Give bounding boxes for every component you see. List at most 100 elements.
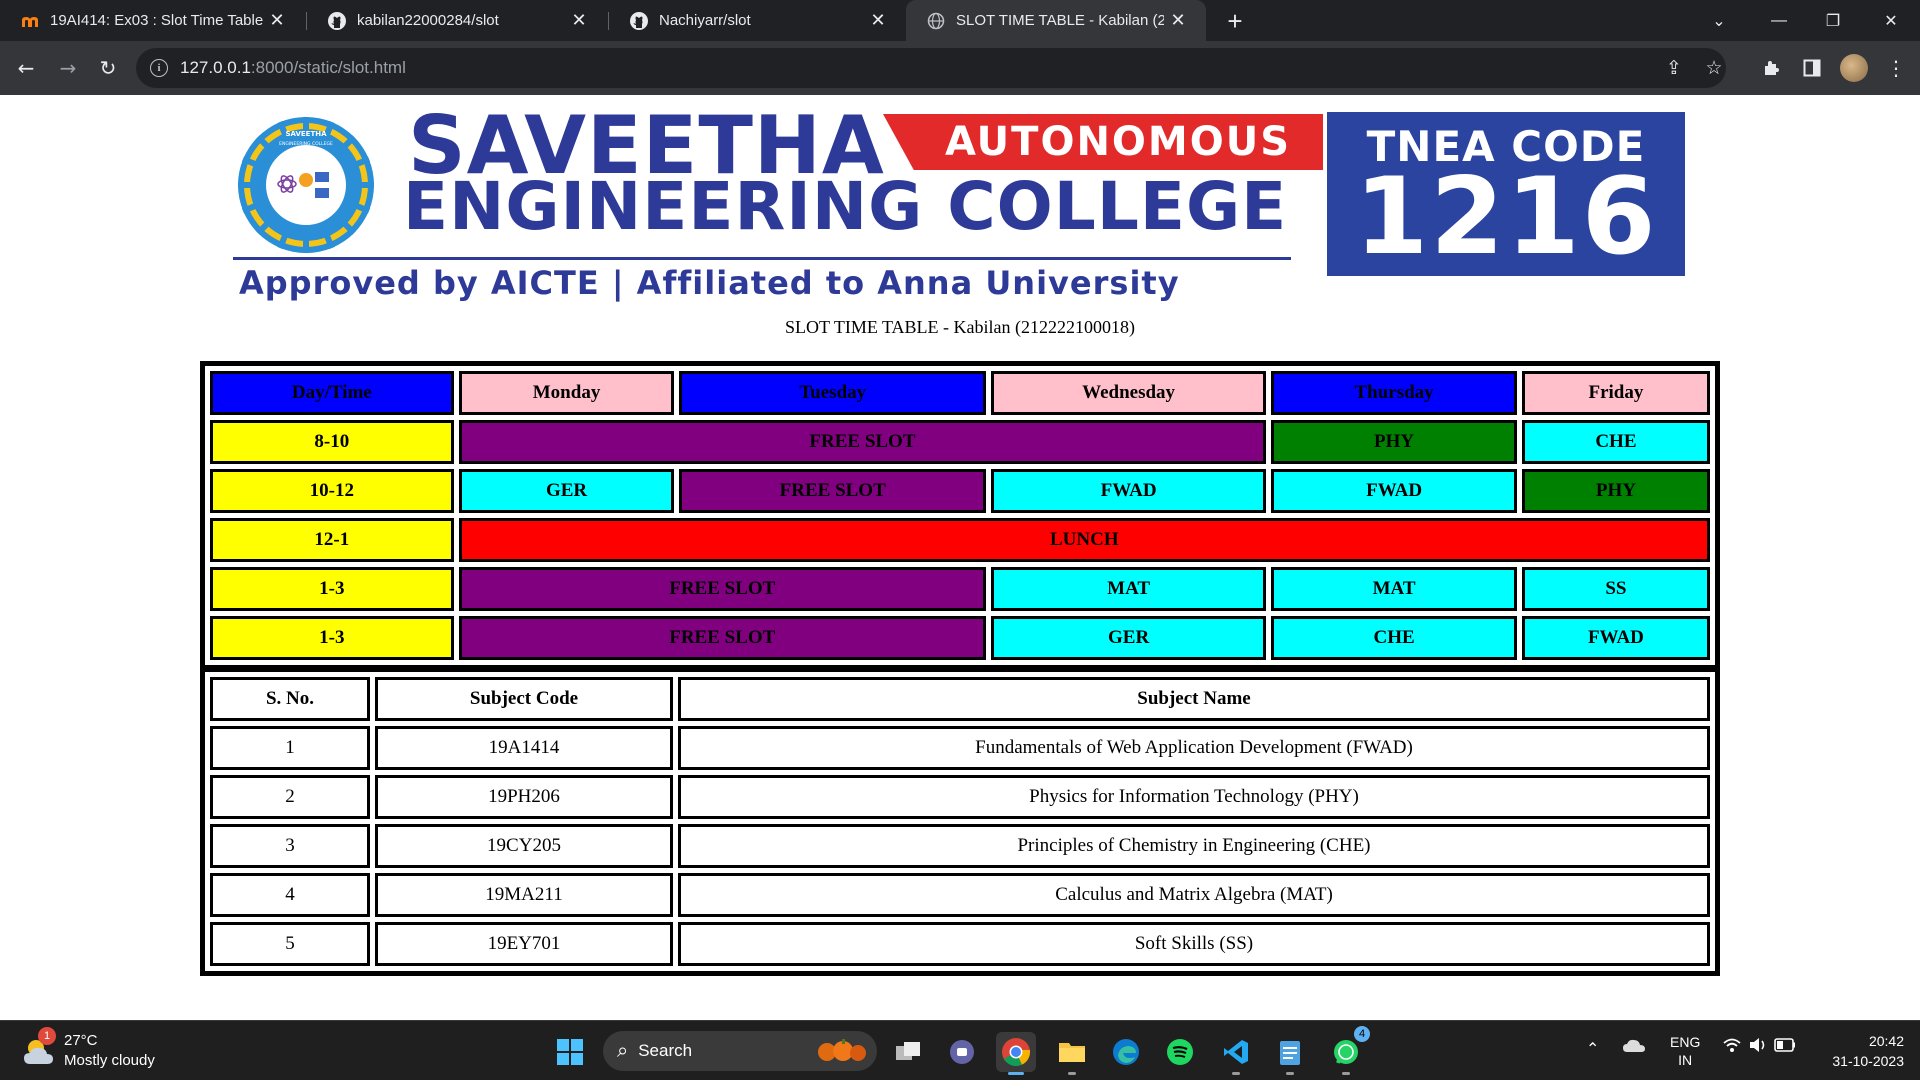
serial-cell: 5 [210, 922, 370, 966]
language-bottom: IN [1678, 1052, 1693, 1068]
slot-cell: PHY [1271, 420, 1517, 464]
chevron-up-icon[interactable]: ⌃ [1586, 1039, 1599, 1059]
url-text[interactable]: 127.0.0.1:8000/static/slot.html [180, 58, 406, 78]
clock-time: 20:42 [1868, 1033, 1904, 1049]
subjects-header-row: S. No. Subject Code Subject Name [210, 677, 1710, 721]
close-icon[interactable]: ✕ [565, 7, 593, 35]
slot-cell: CHE [1271, 616, 1517, 660]
header-cell: Subject Code [375, 677, 673, 721]
tab-github-nachiyarr[interactable]: Nachiyarr/slot ✕ [609, 0, 906, 41]
whatsapp-badge: 4 [1354, 1026, 1370, 1042]
spotify-icon[interactable] [1160, 1032, 1200, 1072]
chrome-taskbar-icon[interactable] [996, 1032, 1036, 1075]
serial-cell: 1 [210, 726, 370, 770]
menu-kebab-icon[interactable]: ⋮ [1880, 52, 1912, 84]
autonomous-badge: AUTONOMOUS [883, 114, 1323, 170]
reload-icon[interactable]: ↻ [92, 52, 124, 84]
header-cell: Tuesday [679, 371, 986, 415]
code-cell: 19EY701 [375, 922, 673, 966]
close-icon[interactable]: ✕ [1164, 7, 1192, 35]
volume-icon[interactable] [1748, 1037, 1768, 1056]
halloween-pumpkin-icon [813, 1037, 869, 1069]
tab-search-icon[interactable]: ⌄ [1694, 0, 1744, 41]
tab-title: Nachiyarr/slot [659, 12, 751, 29]
moodle-icon [20, 11, 40, 31]
lunch-cell: LUNCH [458, 518, 1710, 562]
name-cell: Fundamentals of Web Application Developm… [678, 726, 1710, 770]
language-indicator[interactable]: ENG IN [1670, 1033, 1700, 1069]
college-banner: SAVEETHA ENGINEERING COLLEGE BE THE BEST… [233, 106, 1685, 302]
site-info-icon[interactable]: i [150, 59, 168, 77]
close-icon[interactable]: ✕ [263, 7, 291, 35]
logo-motto: BE THE BEST [284, 211, 328, 218]
slot-cell: GER [990, 616, 1267, 660]
restore-button[interactable]: ❐ [1808, 0, 1858, 41]
onedrive-cloud-icon[interactable] [1622, 1037, 1646, 1056]
table-row: 1 19A1414 Fundamentals of Web Applicatio… [210, 726, 1710, 770]
task-view-icon[interactable] [888, 1032, 928, 1072]
tab-slot-timetable[interactable]: SLOT TIME TABLE - Kabilan (212 ✕ [906, 0, 1206, 41]
wifi-icon[interactable] [1722, 1037, 1742, 1056]
extensions-icon[interactable] [1756, 52, 1788, 84]
slot-cell: FREE SLOT [458, 420, 1267, 464]
forward-arrow-icon[interactable]: → [52, 52, 84, 84]
close-window-button[interactable]: ✕ [1866, 0, 1916, 41]
approval-line: Approved by AICTE | Affiliated to Anna U… [239, 264, 1180, 302]
globe-icon [926, 11, 946, 31]
tab-title: SLOT TIME TABLE - Kabilan (212 [956, 12, 1164, 29]
weather-badge: 1 [38, 1027, 56, 1045]
subjects-table: S. No. Subject Code Subject Name 1 19A14… [200, 667, 1720, 976]
slot-cell: GER [458, 469, 675, 513]
logo-year: 2001 [300, 219, 313, 225]
minimize-button[interactable]: — [1754, 0, 1804, 41]
edge-icon[interactable] [1106, 1032, 1146, 1072]
language-top: ENG [1670, 1034, 1701, 1050]
slot-cell: MAT [1271, 567, 1517, 611]
code-cell: 19CY205 [375, 824, 673, 868]
address-bar[interactable]: i 127.0.0.1:8000/static/slot.html ⇪ ☆ [136, 48, 1726, 88]
weather-temp: 27°C [64, 1032, 98, 1049]
star-icon[interactable]: ☆ [1698, 52, 1730, 84]
whatsapp-icon[interactable]: 4 [1326, 1026, 1370, 1075]
time-cell: 1-3 [210, 567, 454, 611]
tab-moodle[interactable]: 19AI414: Ex03 : Slot Time Table ✕ [0, 0, 305, 41]
back-arrow-icon[interactable]: ← [10, 52, 42, 84]
notepad-icon[interactable] [1270, 1032, 1310, 1075]
college-logo-icon: SAVEETHA ENGINEERING COLLEGE BE THE BEST… [238, 117, 374, 253]
header-cell: Day/Time [210, 371, 454, 415]
timetable: Day/Time Monday Tuesday Wednesday Thursd… [200, 361, 1720, 670]
file-explorer-icon[interactable] [1052, 1032, 1092, 1075]
table-row: 5 19EY701 Soft Skills (SS) [210, 922, 1710, 966]
slot-cell: FWAD [1521, 616, 1710, 660]
start-button[interactable] [550, 1032, 590, 1072]
side-panel-icon[interactable] [1796, 52, 1828, 84]
search-label: Search [638, 1041, 693, 1060]
header-cell: Wednesday [990, 371, 1267, 415]
search-icon: ⌕ [617, 1039, 629, 1062]
tnea-code-box: TNEA CODE 1216 [1327, 112, 1685, 276]
timetable-header-row: Day/Time Monday Tuesday Wednesday Thursd… [210, 371, 1710, 415]
college-name-line2: ENGINEERING COLLEGE [403, 168, 1288, 245]
timetable-row: 12-1 LUNCH [210, 518, 1710, 562]
vscode-icon[interactable] [1216, 1032, 1256, 1075]
battery-icon[interactable] [1774, 1038, 1796, 1055]
new-tab-button[interactable]: + [1220, 6, 1250, 36]
tab-github-kabilan[interactable]: kabilan22000284/slot ✕ [307, 0, 607, 41]
taskbar-search[interactable]: ⌕ Search [603, 1031, 877, 1071]
weather-desc: Mostly cloudy [64, 1052, 155, 1069]
logo-sub-text: ENGINEERING COLLEGE [279, 141, 333, 147]
tab-strip: 19AI414: Ex03 : Slot Time Table ✕ kabila… [0, 0, 1920, 41]
clock[interactable]: 20:42 31-10-2023 [1818, 1031, 1904, 1071]
table-row: 2 19PH206 Physics for Information Techno… [210, 775, 1710, 819]
name-cell: Calculus and Matrix Algebra (MAT) [678, 873, 1710, 917]
share-icon[interactable]: ⇪ [1658, 52, 1690, 84]
name-cell: Principles of Chemistry in Engineering (… [678, 824, 1710, 868]
time-cell: 1-3 [210, 616, 454, 660]
profile-avatar[interactable] [1840, 54, 1868, 82]
teams-chat-icon[interactable] [942, 1032, 982, 1072]
weather-widget[interactable]: 1 27°C Mostly cloudy [20, 1027, 200, 1074]
close-icon[interactable]: ✕ [864, 7, 892, 35]
serial-cell: 3 [210, 824, 370, 868]
header-cell: S. No. [210, 677, 370, 721]
logo-top-text: SAVEETHA [285, 130, 327, 138]
